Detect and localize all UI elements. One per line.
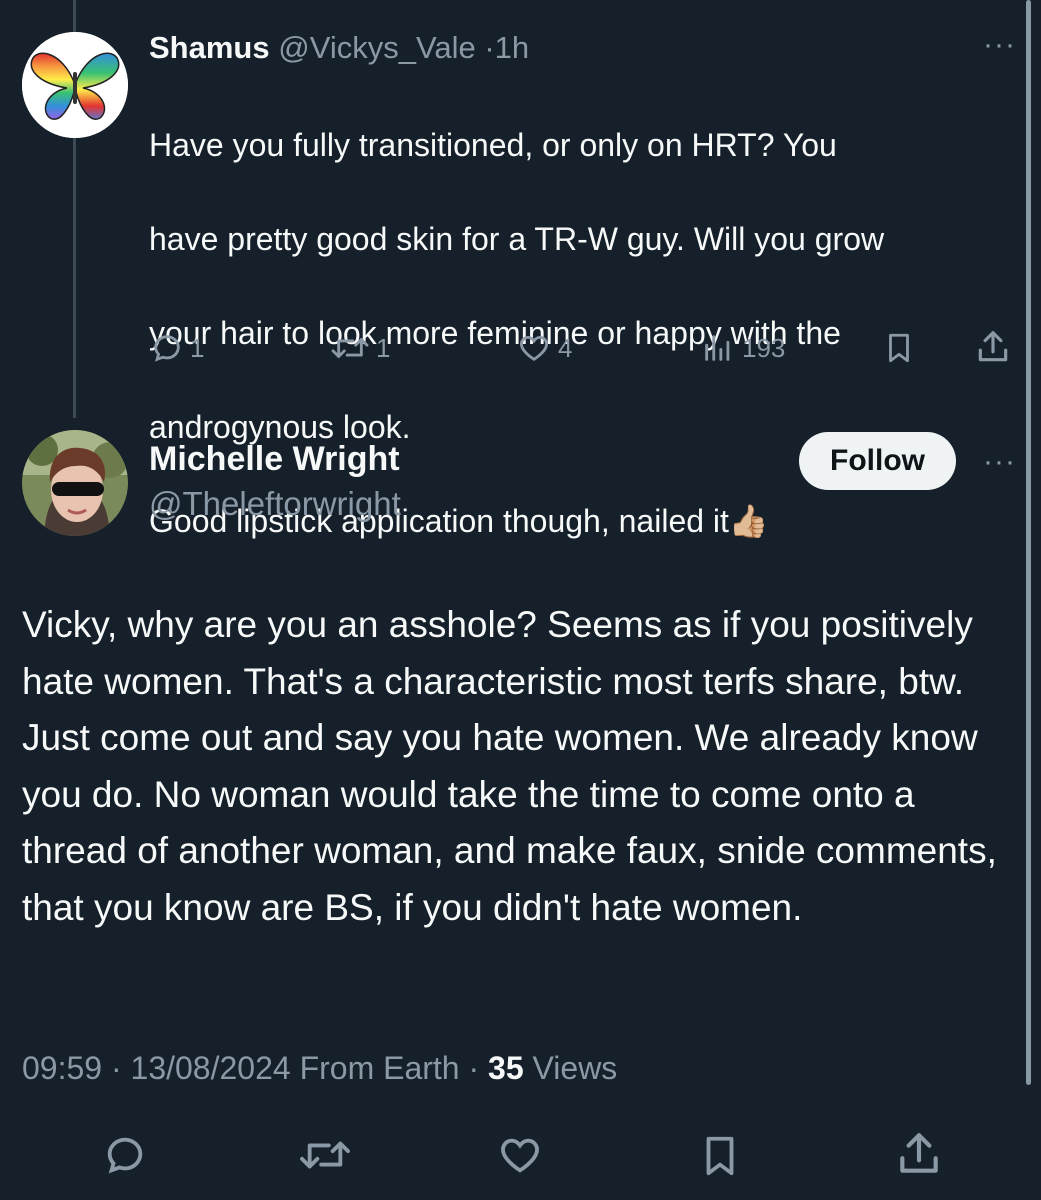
repost-button[interactable]: 1 xyxy=(330,331,390,365)
more-options-icon[interactable]: ··· xyxy=(983,447,1016,477)
separator: · xyxy=(468,1050,480,1086)
views-count: 35 xyxy=(488,1050,524,1086)
more-options-icon[interactable]: ··· xyxy=(983,30,1016,60)
like-button[interactable]: 4 xyxy=(516,331,572,365)
author-handle[interactable]: @Theleftorwright xyxy=(149,485,401,523)
separator: · xyxy=(110,1050,122,1086)
tweet-text: Vicky, why are you an asshole? Seems as … xyxy=(22,604,997,928)
tweet-date[interactable]: 13/08/2024 xyxy=(131,1050,291,1086)
repost-icon xyxy=(298,1141,352,1182)
comment-icon xyxy=(102,1137,148,1182)
separator: · xyxy=(484,30,495,65)
like-count: 4 xyxy=(558,332,573,363)
tweet-time[interactable]: 09:59 xyxy=(22,1050,102,1086)
share-icon xyxy=(894,1133,944,1184)
heart-icon xyxy=(516,331,552,365)
reply-text-line: have pretty good skin for a TR-W guy. Wi… xyxy=(149,221,885,257)
tweet-meta: 09:59 · 13/08/2024 From Earth · 35 Views xyxy=(22,1050,617,1087)
author-name[interactable]: Michelle Wright xyxy=(149,440,400,479)
bookmark-icon xyxy=(882,329,916,367)
reply-header: Shamus @Vickys_Vale ·1h xyxy=(149,28,529,68)
bar-chart-icon xyxy=(700,331,736,365)
author-name[interactable]: Shamus xyxy=(149,30,270,65)
comment-icon xyxy=(150,331,184,365)
tweet-action-bar xyxy=(0,1128,1041,1188)
share-icon xyxy=(974,327,1012,367)
tweet-source: From Earth xyxy=(299,1050,460,1086)
avatar-michelle[interactable] xyxy=(22,430,128,536)
repost-button[interactable] xyxy=(298,1132,352,1183)
bookmark-button[interactable] xyxy=(697,1130,743,1187)
timestamp[interactable]: 1h xyxy=(495,30,529,65)
like-button[interactable] xyxy=(496,1132,544,1183)
author-handle[interactable]: @Vickys_Vale xyxy=(278,30,475,65)
repost-count: 1 xyxy=(376,332,391,363)
reply-count: 1 xyxy=(190,332,205,363)
repost-icon xyxy=(330,331,370,365)
follow-button[interactable]: Follow xyxy=(799,432,956,490)
reply-actions: 1 1 4 193 xyxy=(0,325,1041,371)
heart-icon xyxy=(496,1138,544,1182)
share-button[interactable] xyxy=(974,327,1012,367)
bookmark-button[interactable] xyxy=(882,329,916,367)
avatar-shamus[interactable] xyxy=(22,32,128,138)
reply-text-line: Have you fully transitioned, or only on … xyxy=(149,127,837,163)
views-label: Views xyxy=(532,1050,618,1086)
bookmark-icon xyxy=(697,1136,743,1186)
views-button[interactable]: 193 xyxy=(700,331,785,365)
share-button[interactable] xyxy=(894,1128,944,1185)
reply-tweet[interactable]: Shamus @Vickys_Vale ·1h ··· Have you ful… xyxy=(0,0,1041,539)
views-count: 193 xyxy=(742,332,786,363)
reply-button[interactable]: 1 xyxy=(150,331,204,365)
reply-button[interactable] xyxy=(102,1132,148,1183)
